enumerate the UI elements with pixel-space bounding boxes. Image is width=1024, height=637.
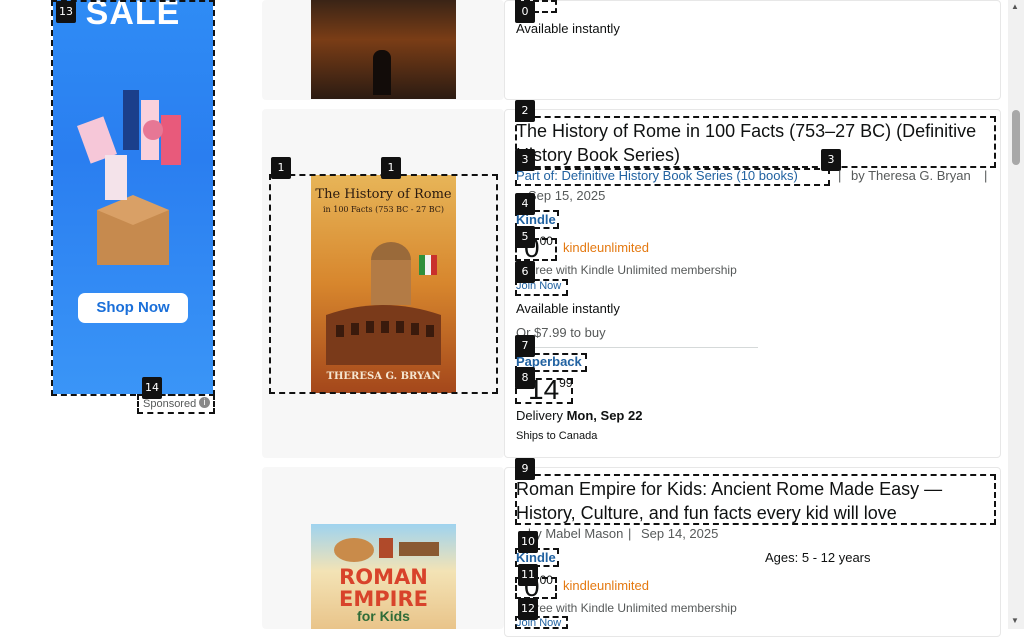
age-range: Ages: 5 - 12 years <box>765 550 871 565</box>
kindle-unlimited-logo: kindleunlimited <box>563 578 649 593</box>
product-title[interactable]: Roman Empire for Kids: Ancient Rome Made… <box>516 477 956 525</box>
separator: | <box>838 168 842 183</box>
publish-date: Sep 15, 2025 <box>528 188 606 203</box>
author-text: by Theresa G. Bryan <box>851 168 971 183</box>
cover-title: ROMAN EMPIRE <box>339 565 428 611</box>
ad-hit-region <box>51 0 215 396</box>
marker-tag: 9 <box>515 458 535 480</box>
marker-tag: 7 <box>515 335 535 357</box>
book-cover[interactable]: ROMAN EMPIRE for Kids <box>311 524 456 629</box>
scrollbar-thumb[interactable] <box>1012 110 1020 165</box>
marker-tag: 2 <box>515 100 535 122</box>
kindle-unlimited-logo: kindleunlimited <box>563 240 649 255</box>
ku-membership-note: Free with Kindle Unlimited membership <box>528 601 737 615</box>
marker-tag: 1 <box>271 157 291 179</box>
marker-tag: 8 <box>515 367 535 389</box>
cover-scene-illustration <box>334 538 439 562</box>
book-cover[interactable] <box>311 0 456 99</box>
divider <box>516 347 758 348</box>
cover-subtitle: for Kids <box>357 608 410 624</box>
scrollbar-track[interactable] <box>1008 0 1024 629</box>
scroll-up-arrow-icon[interactable]: ▲ <box>1011 2 1019 11</box>
author-text: by Mabel Mason <box>528 526 624 541</box>
ships-to: Ships to Canada <box>516 430 598 442</box>
marker-tag: 14 <box>142 377 162 399</box>
cover-figure <box>373 50 391 95</box>
marker-tag: 1 <box>381 157 401 179</box>
sponsored-text: Sponsored <box>143 398 197 410</box>
delivery-info: Delivery Mon, Sep 22 <box>516 408 643 423</box>
marker-tag: 3 <box>515 149 535 171</box>
marker-tag: 4 <box>515 193 535 215</box>
marker-tag: 10 <box>518 531 538 553</box>
availability-text: Available instantly <box>516 301 620 316</box>
product-image-link[interactable] <box>269 174 498 394</box>
separator: | <box>628 526 632 541</box>
scroll-down-arrow-icon[interactable]: ▼ <box>1011 616 1019 625</box>
marker-tag: 13 <box>56 1 76 23</box>
product-title[interactable]: The History of Rome in 100 Facts (753–27… <box>516 119 991 167</box>
marker-tag: 12 <box>518 598 538 620</box>
separator: | <box>984 168 988 183</box>
ku-membership-note: Free with Kindle Unlimited membership <box>528 263 737 277</box>
marker-tag: 6 <box>515 261 535 283</box>
product-card <box>504 0 1001 100</box>
marker-tag: 11 <box>518 564 538 586</box>
publish-date: Sep 14, 2025 <box>641 526 719 541</box>
marker-tag: 0 <box>515 1 535 23</box>
availability-text: Available instantly <box>516 21 620 36</box>
series-text[interactable]: Part of: Definitive History Book Series … <box>516 168 798 183</box>
info-icon[interactable]: i <box>199 397 210 408</box>
marker-tag: 5 <box>515 226 535 248</box>
